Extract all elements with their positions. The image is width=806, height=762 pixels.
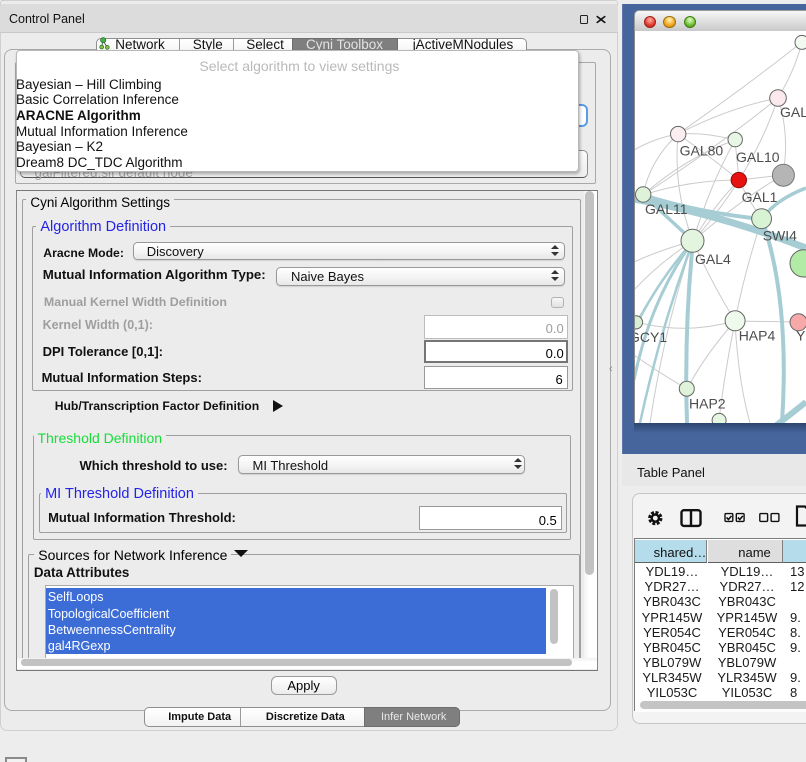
- svg-text:Y: Y: [796, 328, 806, 344]
- svg-text:GCY1: GCY1: [635, 329, 667, 345]
- svg-text:HAP4: HAP4: [739, 328, 776, 344]
- svg-text:SWI4: SWI4: [763, 228, 797, 244]
- svg-text:GAL10: GAL10: [736, 149, 780, 165]
- svg-text:GAL4: GAL4: [695, 251, 731, 267]
- svg-text:HAP2: HAP2: [689, 396, 726, 412]
- svg-text:GAL1: GAL1: [742, 189, 778, 205]
- svg-text:GAL80: GAL80: [680, 143, 724, 159]
- svg-text:GAL11: GAL11: [645, 201, 688, 217]
- svg-text:GAL: GAL: [780, 104, 806, 120]
